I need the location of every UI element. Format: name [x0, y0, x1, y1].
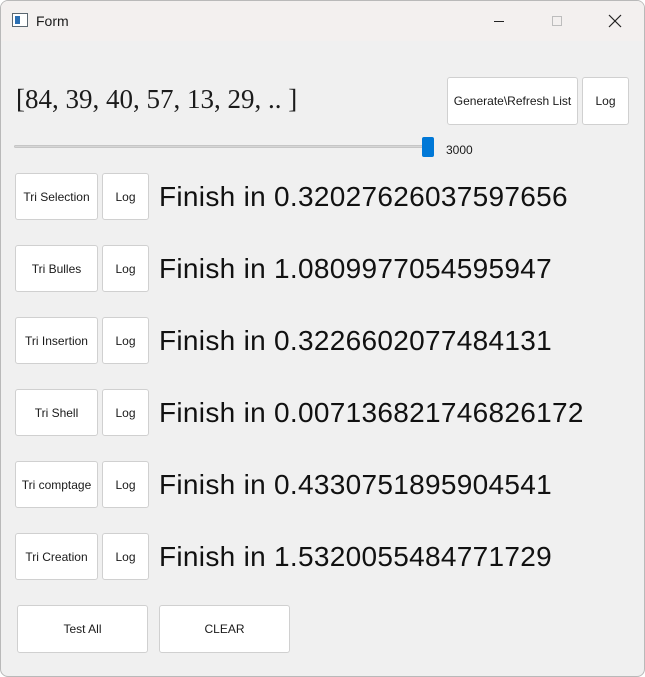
- minimize-icon: [494, 20, 504, 22]
- tri-insertion-result: Finish in 0.3226602077484131: [159, 325, 552, 356]
- tri-creation-log-button[interactable]: Log: [102, 533, 149, 580]
- tri-comptage-result: Finish in 0.4330751895904541: [159, 469, 552, 500]
- slider-value: 3000: [446, 143, 473, 157]
- list-size-slider[interactable]: [14, 145, 434, 148]
- maximize-icon: [552, 16, 562, 26]
- tri-comptage-button[interactable]: Tri comptage: [15, 461, 98, 508]
- tri-creation-result: Finish in 1.5320055484771729: [159, 541, 552, 572]
- form-window-icon: [12, 13, 28, 27]
- tri-insertion-log-button[interactable]: Log: [102, 317, 149, 364]
- tri-selection-result: Finish in 0.32027626037597656: [159, 181, 568, 212]
- minimize-button[interactable]: [470, 1, 528, 41]
- tri-shell-result: Finish in 0.007136821746826172: [159, 397, 584, 428]
- tri-bulles-log-button[interactable]: Log: [102, 245, 149, 292]
- tri-comptage-log-button[interactable]: Log: [102, 461, 149, 508]
- close-icon: [608, 14, 622, 28]
- title-bar[interactable]: Form: [1, 1, 644, 41]
- form-window: Form [84, 39, 40, 57, 13, 29, .. ] Gener…: [0, 0, 645, 677]
- tri-selection-button[interactable]: Tri Selection: [15, 173, 98, 220]
- tri-bulles-button[interactable]: Tri Bulles: [15, 245, 98, 292]
- list-log-button[interactable]: Log: [582, 77, 629, 125]
- close-button[interactable]: [586, 1, 644, 41]
- test-all-button[interactable]: Test All: [17, 605, 148, 653]
- clear-button[interactable]: CLEAR: [159, 605, 290, 653]
- tri-selection-log-button[interactable]: Log: [102, 173, 149, 220]
- list-preview: [84, 39, 40, 57, 13, 29, .. ]: [16, 84, 298, 114]
- tri-shell-button[interactable]: Tri Shell: [15, 389, 98, 436]
- slider-thumb[interactable]: [422, 137, 434, 157]
- tri-shell-log-button[interactable]: Log: [102, 389, 149, 436]
- maximize-button[interactable]: [528, 1, 586, 41]
- generate-refresh-list-button[interactable]: Generate\Refresh List: [447, 77, 578, 125]
- tri-insertion-button[interactable]: Tri Insertion: [15, 317, 98, 364]
- tri-creation-button[interactable]: Tri Creation: [15, 533, 98, 580]
- window-title: Form: [36, 13, 69, 29]
- tri-bulles-result: Finish in 1.0809977054595947: [159, 253, 552, 284]
